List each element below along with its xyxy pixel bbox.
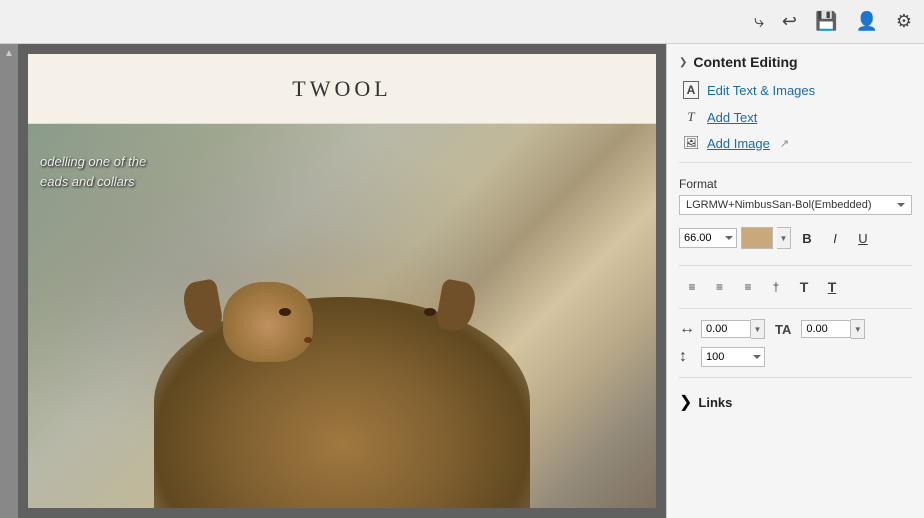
links-collapse-arrow[interactable]: ❯	[679, 392, 692, 412]
content-editing-header: ❯ Content Editing	[667, 44, 924, 76]
links-title: Links	[698, 395, 732, 410]
add-image-label: Add Image	[707, 136, 770, 151]
pdf-text-overlay: odelling one of the eads and collars	[28, 144, 158, 199]
spacing-h-arrow[interactable]: ▼	[751, 319, 765, 339]
add-text-label: Add Text	[707, 110, 757, 125]
pdf-image-area: odelling one of the eads and collars	[28, 124, 656, 508]
align-bottom-button[interactable]: T	[819, 276, 845, 298]
italic-button[interactable]: I	[823, 227, 847, 249]
text-line1: odelling one of the	[40, 152, 146, 172]
pdf-header: TWOOL	[28, 54, 656, 124]
profile-icon[interactable]: 👤	[855, 11, 877, 32]
underline-button[interactable]: U	[851, 227, 875, 249]
ta-label: TA	[775, 322, 791, 337]
line-height-icon: ↕	[679, 348, 695, 366]
spacing-h-icon: ↔	[679, 320, 695, 338]
scroll-handle[interactable]: ▲	[0, 44, 18, 518]
main-area: ▲ TWOOL	[0, 44, 924, 518]
align-left-button[interactable]: ≡	[679, 276, 705, 298]
color-swatch-dropdown[interactable]: ▼	[777, 227, 791, 249]
align-top-button[interactable]: T	[791, 276, 817, 298]
text-line2: eads and collars	[40, 172, 146, 192]
content-editing-collapse-arrow[interactable]: ❯	[679, 57, 687, 68]
add-image-icon: 🖼	[683, 135, 699, 151]
align-justify-button[interactable]: †	[763, 276, 789, 298]
add-text-icon: T	[683, 109, 699, 125]
cursor-pointer: ↗	[780, 137, 789, 150]
font-dropdown[interactable]: LGRMW+NimbusSan-Bol(Embedded)	[679, 195, 912, 215]
align-right-button[interactable]: ≡	[735, 276, 761, 298]
format-section: Format LGRMW+NimbusSan-Bol(Embedded)	[667, 169, 924, 223]
add-image-item[interactable]: 🖼 Add Image ↗	[667, 130, 924, 156]
line-height-dropdown[interactable]: 100	[701, 347, 765, 367]
spacing-h-row: ↔ ▼ TA ▼	[667, 315, 924, 343]
divider-4	[679, 377, 912, 378]
links-section-header[interactable]: ❯ Links	[667, 384, 924, 420]
spacing-h-input[interactable]	[701, 320, 751, 338]
size-color-row: 66.00 ▼ B I U	[667, 223, 924, 253]
settings-icon[interactable]: ⚙	[896, 11, 912, 32]
align-center-button[interactable]: ≡	[707, 276, 733, 298]
line-height-input-wrap: 100	[701, 347, 765, 367]
pdf-content: TWOOL	[28, 54, 656, 508]
back-icon[interactable]: ↩	[782, 11, 797, 32]
pdf-viewer: ▲ TWOOL	[0, 44, 666, 518]
spacing-ta-input[interactable]	[801, 320, 851, 338]
edit-text-images-label: Edit Text & Images	[707, 83, 815, 98]
add-text-item[interactable]: T Add Text	[667, 104, 924, 130]
format-label: Format	[679, 177, 912, 191]
align-row: ≡ ≡ ≡ † T T	[667, 272, 924, 302]
forward-icon[interactable]: ⤷	[754, 11, 764, 32]
divider-1	[679, 162, 912, 163]
spacing-ta-input-wrap: ▼	[801, 319, 865, 339]
scroll-up-arrow[interactable]: ▲	[4, 48, 14, 59]
font-size-dropdown[interactable]: 66.00	[679, 228, 737, 248]
edit-text-images-item[interactable]: A Edit Text & Images	[667, 76, 924, 104]
brand-name: TWOOL	[292, 76, 391, 102]
content-editing-title: Content Editing	[693, 54, 797, 70]
save-icon[interactable]: 💾	[815, 11, 837, 32]
line-height-row: ↕ 100	[667, 343, 924, 371]
spacing-ta-arrow[interactable]: ▼	[851, 319, 865, 339]
divider-2	[679, 265, 912, 266]
edit-text-icon: A	[683, 81, 699, 99]
divider-3	[679, 308, 912, 309]
spacing-h-input-wrap: ▼	[701, 319, 765, 339]
top-toolbar: ⤷ ↩ 💾 👤 ⚙	[0, 0, 924, 44]
bold-button[interactable]: B	[795, 227, 819, 249]
pdf-page: TWOOL	[28, 54, 656, 508]
right-panel: ❯ Content Editing A Edit Text & Images T…	[666, 44, 924, 518]
color-swatch[interactable]	[741, 227, 773, 249]
